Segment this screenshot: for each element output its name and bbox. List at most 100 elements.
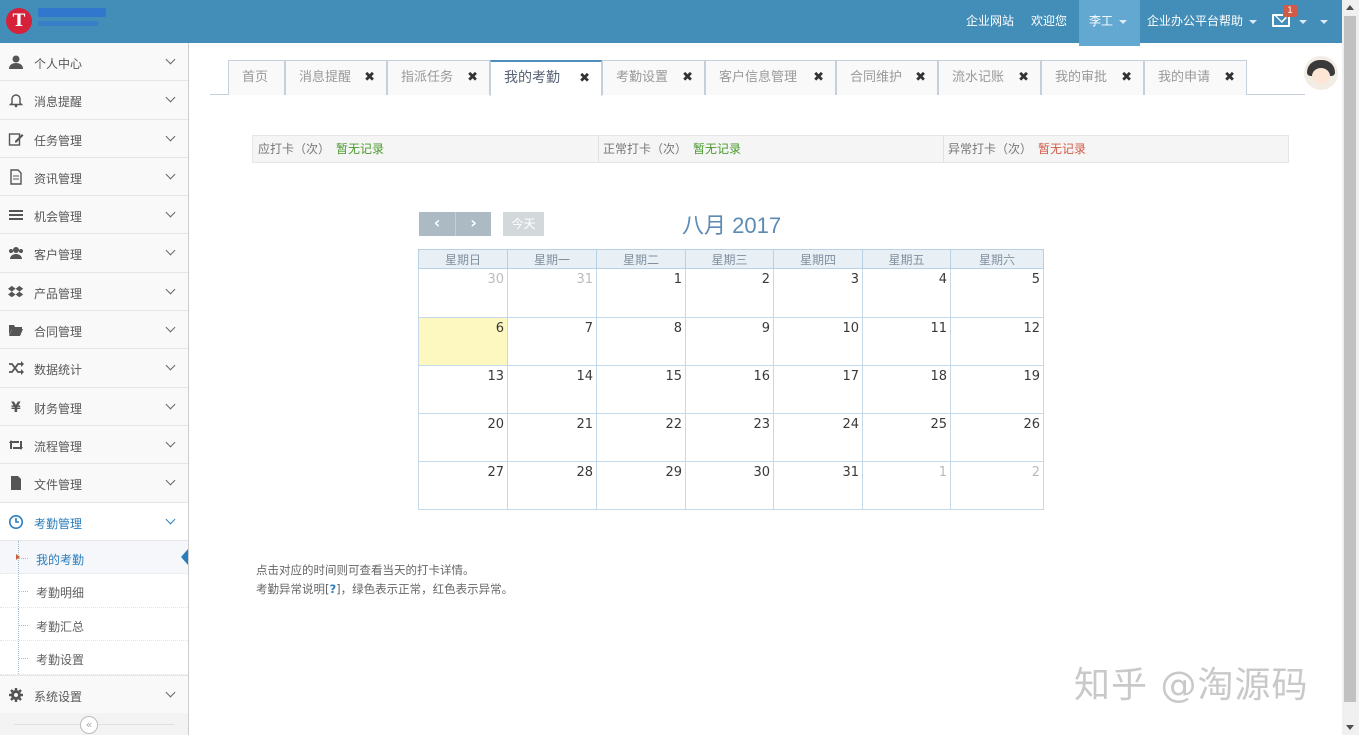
tab-1[interactable]: 消息提醒 ✖ <box>285 60 387 95</box>
sidebar-item-0[interactable]: 个人中心 <box>0 43 188 82</box>
calendar-week-row: 27 28 29 30 31 1 2 <box>418 461 1044 510</box>
calendar-day[interactable]: 22 <box>596 413 686 462</box>
calendar-day[interactable]: 26 <box>950 413 1044 462</box>
sidebar-item-8[interactable]: 数据统计 <box>0 349 188 388</box>
close-icon[interactable]: ✖ <box>1018 61 1029 94</box>
tab-6[interactable]: 合同维护 ✖ <box>836 60 938 95</box>
scroll-down-icon[interactable] <box>1346 725 1354 730</box>
calendar-day[interactable]: 29 <box>596 461 686 510</box>
calendar-day[interactable]: 7 <box>507 317 597 366</box>
scroll-thumb[interactable] <box>1344 16 1356 702</box>
calendar-day[interactable]: 4 <box>862 268 951 318</box>
calendar-day[interactable]: 17 <box>773 365 863 414</box>
calendar-day[interactable]: 20 <box>418 413 508 462</box>
tab-7[interactable]: 流水记账 ✖ <box>938 60 1041 95</box>
file-icon <box>11 476 21 491</box>
stat-abnormal: 异常打卡（次） 暂无记录 <box>948 136 1086 162</box>
close-icon[interactable]: ✖ <box>364 61 375 94</box>
tab-8[interactable]: 我的审批 ✖ <box>1041 60 1144 95</box>
submenu-item-attendance-detail[interactable]: 考勤明细 <box>0 574 188 608</box>
calendar-day[interactable]: 30 <box>685 461 774 510</box>
sidebar-item-11[interactable]: 文件管理 <box>0 464 188 503</box>
calendar-day-other-month[interactable]: 2 <box>950 461 1044 510</box>
tab-2[interactable]: 指派任务 ✖ <box>387 60 490 95</box>
caret-down-icon[interactable] <box>1299 20 1307 24</box>
tab-5[interactable]: 客户信息管理 ✖ <box>705 60 836 95</box>
calendar-day[interactable]: 14 <box>507 365 597 414</box>
calendar-day[interactable]: 11 <box>862 317 951 366</box>
user-menu-button[interactable]: 李工 <box>1079 0 1140 46</box>
sidebar-item-1[interactable]: 消息提醒 <box>0 81 188 120</box>
welcome-text: 欢迎您 <box>1031 14 1068 28</box>
double-chevron-left-icon[interactable]: « <box>80 716 98 734</box>
calendar-day[interactable]: 12 <box>950 317 1044 366</box>
calendar-day[interactable]: 18 <box>862 365 951 414</box>
close-icon[interactable]: ✖ <box>915 61 926 94</box>
help-menu-button[interactable]: 企业办公平台帮助 <box>1147 0 1258 43</box>
vertical-scrollbar[interactable] <box>1342 0 1359 735</box>
sidebar-item-9[interactable]: ¥ 财务管理 <box>0 387 188 426</box>
scroll-up-icon[interactable] <box>1346 5 1354 10</box>
calendar-day[interactable]: 15 <box>596 365 686 414</box>
close-icon[interactable]: ✖ <box>813 61 824 94</box>
calendar-title: 八月 2017 <box>682 213 782 238</box>
calendar-day[interactable]: 21 <box>507 413 597 462</box>
avatar[interactable] <box>1304 56 1338 90</box>
sidebar-item-10[interactable]: 流程管理 <box>0 425 188 465</box>
calendar-day-today[interactable]: 6 <box>418 317 508 366</box>
sidebar-item-system-settings[interactable]: 系统设置 <box>0 675 188 715</box>
calendar-day[interactable]: 8 <box>596 317 686 366</box>
calendar-day[interactable]: 3 <box>773 268 863 318</box>
sidebar-item-7[interactable]: 合同管理 <box>0 311 188 350</box>
calendar-day[interactable]: 27 <box>418 461 508 510</box>
sidebar-item-6[interactable]: 产品管理 <box>0 272 188 312</box>
calendar-day[interactable]: 19 <box>950 365 1044 414</box>
logo-icon[interactable]: T <box>6 8 32 34</box>
calendar-day[interactable]: 9 <box>685 317 774 366</box>
chevron-down-icon <box>165 514 176 525</box>
submenu-item-attendance-settings[interactable]: 考勤设置 <box>0 641 188 675</box>
sidebar-item-4[interactable]: 机会管理 <box>0 196 188 235</box>
close-icon[interactable]: ✖ <box>1121 61 1132 94</box>
prev-month-button[interactable]: ‹ <box>419 212 455 236</box>
close-icon[interactable]: ✖ <box>682 61 693 94</box>
submenu-item-my-attendance[interactable]: 我的考勤 <box>0 540 188 575</box>
tab-3[interactable]: 我的考勤 ✖ <box>490 60 602 96</box>
calendar-day-other-month[interactable]: 31 <box>507 268 597 318</box>
sidebar-item-5[interactable]: 客户管理 <box>0 234 188 273</box>
caret-down-icon[interactable] <box>1320 20 1328 24</box>
calendar-day[interactable]: 13 <box>418 365 508 414</box>
calendar-day[interactable]: 5 <box>950 268 1044 318</box>
calendar-day[interactable]: 1 <box>596 268 686 318</box>
help-label: 企业办公平台帮助 <box>1147 14 1244 28</box>
calendar-day[interactable]: 16 <box>685 365 774 414</box>
calendar-day[interactable]: 24 <box>773 413 863 462</box>
calendar-day[interactable]: 10 <box>773 317 863 366</box>
tab-9[interactable]: 我的申请 ✖ <box>1144 60 1247 95</box>
calendar-day[interactable]: 23 <box>685 413 774 462</box>
close-icon[interactable]: ✖ <box>1224 61 1235 94</box>
sidebar-item-label: 产品管理 <box>34 286 83 301</box>
chevron-down-icon <box>165 246 176 256</box>
close-icon[interactable]: ✖ <box>579 62 590 95</box>
sidebar-item-12[interactable]: 考勤管理 <box>0 502 188 541</box>
close-icon[interactable]: ✖ <box>467 61 478 94</box>
calendar-day-other-month[interactable]: 1 <box>862 461 951 510</box>
chevron-down-icon <box>165 687 176 698</box>
chevron-down-icon <box>165 437 176 448</box>
calendar-day-other-month[interactable]: 30 <box>418 268 508 318</box>
user-icon <box>9 55 23 69</box>
next-month-button[interactable]: › <box>455 212 491 236</box>
sidebar-item-2[interactable]: 任务管理 <box>0 119 188 158</box>
calendar-day[interactable]: 28 <box>507 461 597 510</box>
sidebar-item-label: 考勤管理 <box>34 516 83 531</box>
tab-0[interactable]: 首页 <box>228 60 285 95</box>
calendar-day[interactable]: 2 <box>685 268 774 318</box>
today-button[interactable]: 今天 <box>503 212 544 236</box>
company-website-link[interactable]: 企业网站 <box>966 0 1014 43</box>
submenu-item-attendance-summary[interactable]: 考勤汇总 <box>0 607 188 642</box>
sidebar-item-3[interactable]: 资讯管理 <box>0 157 188 197</box>
calendar-day[interactable]: 31 <box>773 461 863 510</box>
tab-4[interactable]: 考勤设置 ✖ <box>602 60 705 95</box>
calendar-day[interactable]: 25 <box>862 413 951 462</box>
